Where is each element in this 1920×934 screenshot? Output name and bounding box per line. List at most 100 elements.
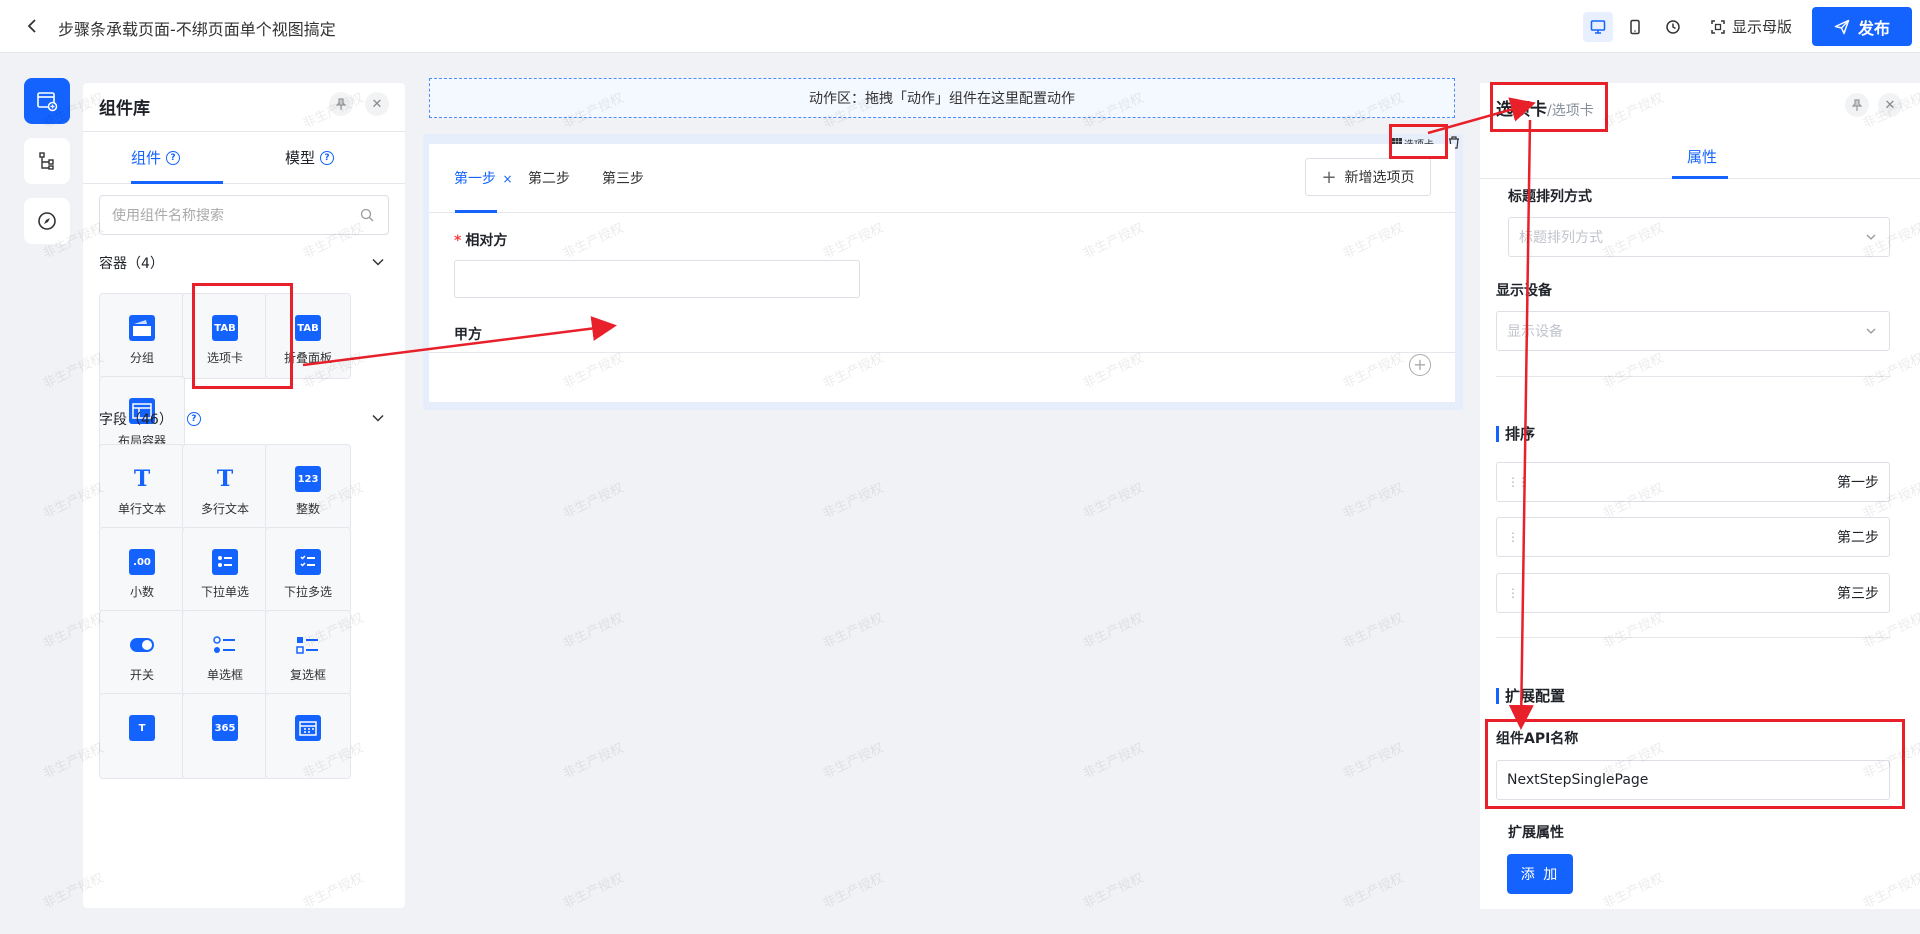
tile-label: 整数 [295,502,320,516]
component-library-panel: 组件库 ✕ 组件 ? 模型 ? 使用组件名称搜索 容器（4） 分组 TAB 选项… [83,83,405,908]
history-icon[interactable] [1658,12,1688,42]
counterparty-input[interactable] [454,260,860,298]
watermark: 非生产授权 [1080,610,1146,652]
close-icon[interactable]: × [502,172,512,186]
display-device-placeholder: 显示设备 [1507,324,1563,340]
watermark: 非生产授权 [1080,870,1146,912]
tab-properties[interactable]: 属性 [1687,146,1717,167]
component-tile-dropdown-multi[interactable]: 下拉多选 [265,527,351,613]
component-tile-integer[interactable]: 123 整数 [265,444,351,530]
publish-button[interactable]: 发布 [1812,7,1912,46]
add-tab-button[interactable]: + 新增选项页 [1305,158,1431,196]
sort-item[interactable]: ⋮⋮ 第二步 [1496,517,1890,557]
add-tab-label: 新增选项页 [1344,170,1415,186]
watermark: 非生产授权 [560,740,626,782]
toggle-icon [129,632,155,658]
sort-item-label: 第一步 [1837,475,1879,491]
desktop-view-icon[interactable] [1583,12,1613,42]
watermark: 非生产授权 [1340,480,1406,522]
back-icon[interactable] [22,16,42,36]
containers-section-title[interactable]: 容器（4） [99,253,164,273]
step-tab-2[interactable]: 第二步 [528,168,570,188]
outline-tree-rail-icon[interactable] [24,138,70,184]
component-tile-decimal[interactable]: .00 小数 [99,527,185,613]
top-header: 步骤条承载页面-不绑页面单个视图搞定 显示母版 发布 [0,0,1920,53]
tabs-component[interactable]: 第一步 × 第二步 第三步 + 新增选项页 * 相对方 甲方 + [429,144,1455,402]
show-master-button[interactable]: 显示母版 [1710,16,1792,37]
page-title: 步骤条承载页面-不绑页面单个视图搞定 [58,20,336,39]
title-arrange-label: 标题排列方式 [1508,189,1592,205]
watermark: 非生产授权 [1340,870,1406,912]
fields-section-label: 字段（46） [99,412,173,428]
help-icon[interactable]: ? [186,412,201,426]
component-tile-group[interactable]: 分组 [99,293,185,379]
component-tile-tabs[interactable]: TAB 选项卡 [182,293,268,379]
tile-label: 复选框 [289,668,326,682]
tile-label: 小数 [129,585,154,599]
watermark: 非生产授权 [560,480,626,522]
watermark: 非生产授权 [820,610,886,652]
scan-icon [1711,19,1725,34]
chevron-down-icon[interactable] [371,255,385,269]
rich-text-icon: T [129,715,155,741]
component-tile-switch[interactable]: 开关 [99,610,185,696]
mobile-view-icon[interactable] [1620,12,1650,42]
component-tile-collapse[interactable]: TAB 折叠面板 [265,293,351,379]
divider [83,131,405,132]
sort-item[interactable]: ⋮⋮ 第三步 [1496,573,1890,613]
tile-label: 下拉单选 [200,585,249,599]
component-tile-rich-text[interactable]: T [99,693,185,779]
component-tile-multi-line-text[interactable]: T 多行文本 [182,444,268,530]
chevron-down-icon[interactable] [371,411,385,425]
component-tile-datetime[interactable] [265,693,351,779]
divider [1496,637,1890,638]
checkbox-list-icon [295,632,321,658]
tab-icon: TAB [212,315,238,341]
decimal-icon: .00 [129,549,155,575]
tab-components-label: 组件 [131,149,162,167]
pin-icon[interactable] [1845,93,1869,117]
watermark: 非生产授权 [1340,610,1406,652]
title-arrange-select[interactable]: 标题排列方式 [1508,217,1890,257]
pin-icon[interactable] [329,92,353,116]
active-tab-indicator [455,210,497,213]
sort-item-label: 第二步 [1837,530,1879,546]
action-drop-zone[interactable]: 动作区：拖拽「动作」组件在这里配置动作 [429,78,1455,118]
step-tab-3[interactable]: 第三步 [602,168,644,188]
step-tab-1[interactable]: 第一步 × [454,168,513,188]
counterparty-label-text: 相对方 [465,233,508,249]
add-button[interactable]: 添 加 [1507,854,1573,894]
component-tile-radio[interactable]: 单选框 [182,610,268,696]
divider [1496,376,1890,377]
extension-section-title: 扩展配置 [1496,688,1565,704]
drag-handle-icon[interactable]: ⋮⋮ [1507,586,1529,600]
component-library-rail-icon[interactable] [24,78,70,124]
close-icon[interactable]: ✕ [1878,93,1902,117]
extension-props-label: 扩展属性 [1508,825,1564,841]
display-device-select[interactable]: 显示设备 [1496,311,1890,351]
divider [429,352,1455,353]
help-icon[interactable]: ? [166,150,181,165]
tab-models[interactable]: 模型 ? [285,147,335,168]
add-row-icon[interactable]: + [1409,354,1431,376]
sort-item[interactable]: ⋮⋮ 第一步 [1496,462,1890,502]
component-search-input[interactable]: 使用组件名称搜索 [99,195,389,235]
send-icon [1834,19,1850,34]
component-tile-dropdown-single[interactable]: 下拉单选 [182,527,268,613]
watermark: 非生产授权 [1080,740,1146,782]
close-icon[interactable]: ✕ [365,92,389,116]
fields-section-title[interactable]: 字段（46） ? [99,409,201,429]
component-tile-single-line-text[interactable]: T 单行文本 [99,444,185,530]
api-name-input[interactable]: NextStepSinglePage [1496,760,1890,800]
component-tile-date[interactable]: 365 [182,693,268,779]
counterparty-label: * 相对方 [454,230,507,250]
compass-rail-icon[interactable] [24,198,70,244]
tab-icon: TAB [295,315,321,341]
component-tile-checkbox[interactable]: 复选框 [265,610,351,696]
drag-handle-icon[interactable]: ⋮⋮ [1507,530,1529,544]
help-icon[interactable]: ? [320,150,335,165]
drag-handle-icon[interactable]: ⋮⋮ [1507,475,1529,489]
text-icon: T [133,466,151,492]
tile-label: 多行文本 [200,502,249,516]
tab-components[interactable]: 组件 ? [131,147,181,168]
